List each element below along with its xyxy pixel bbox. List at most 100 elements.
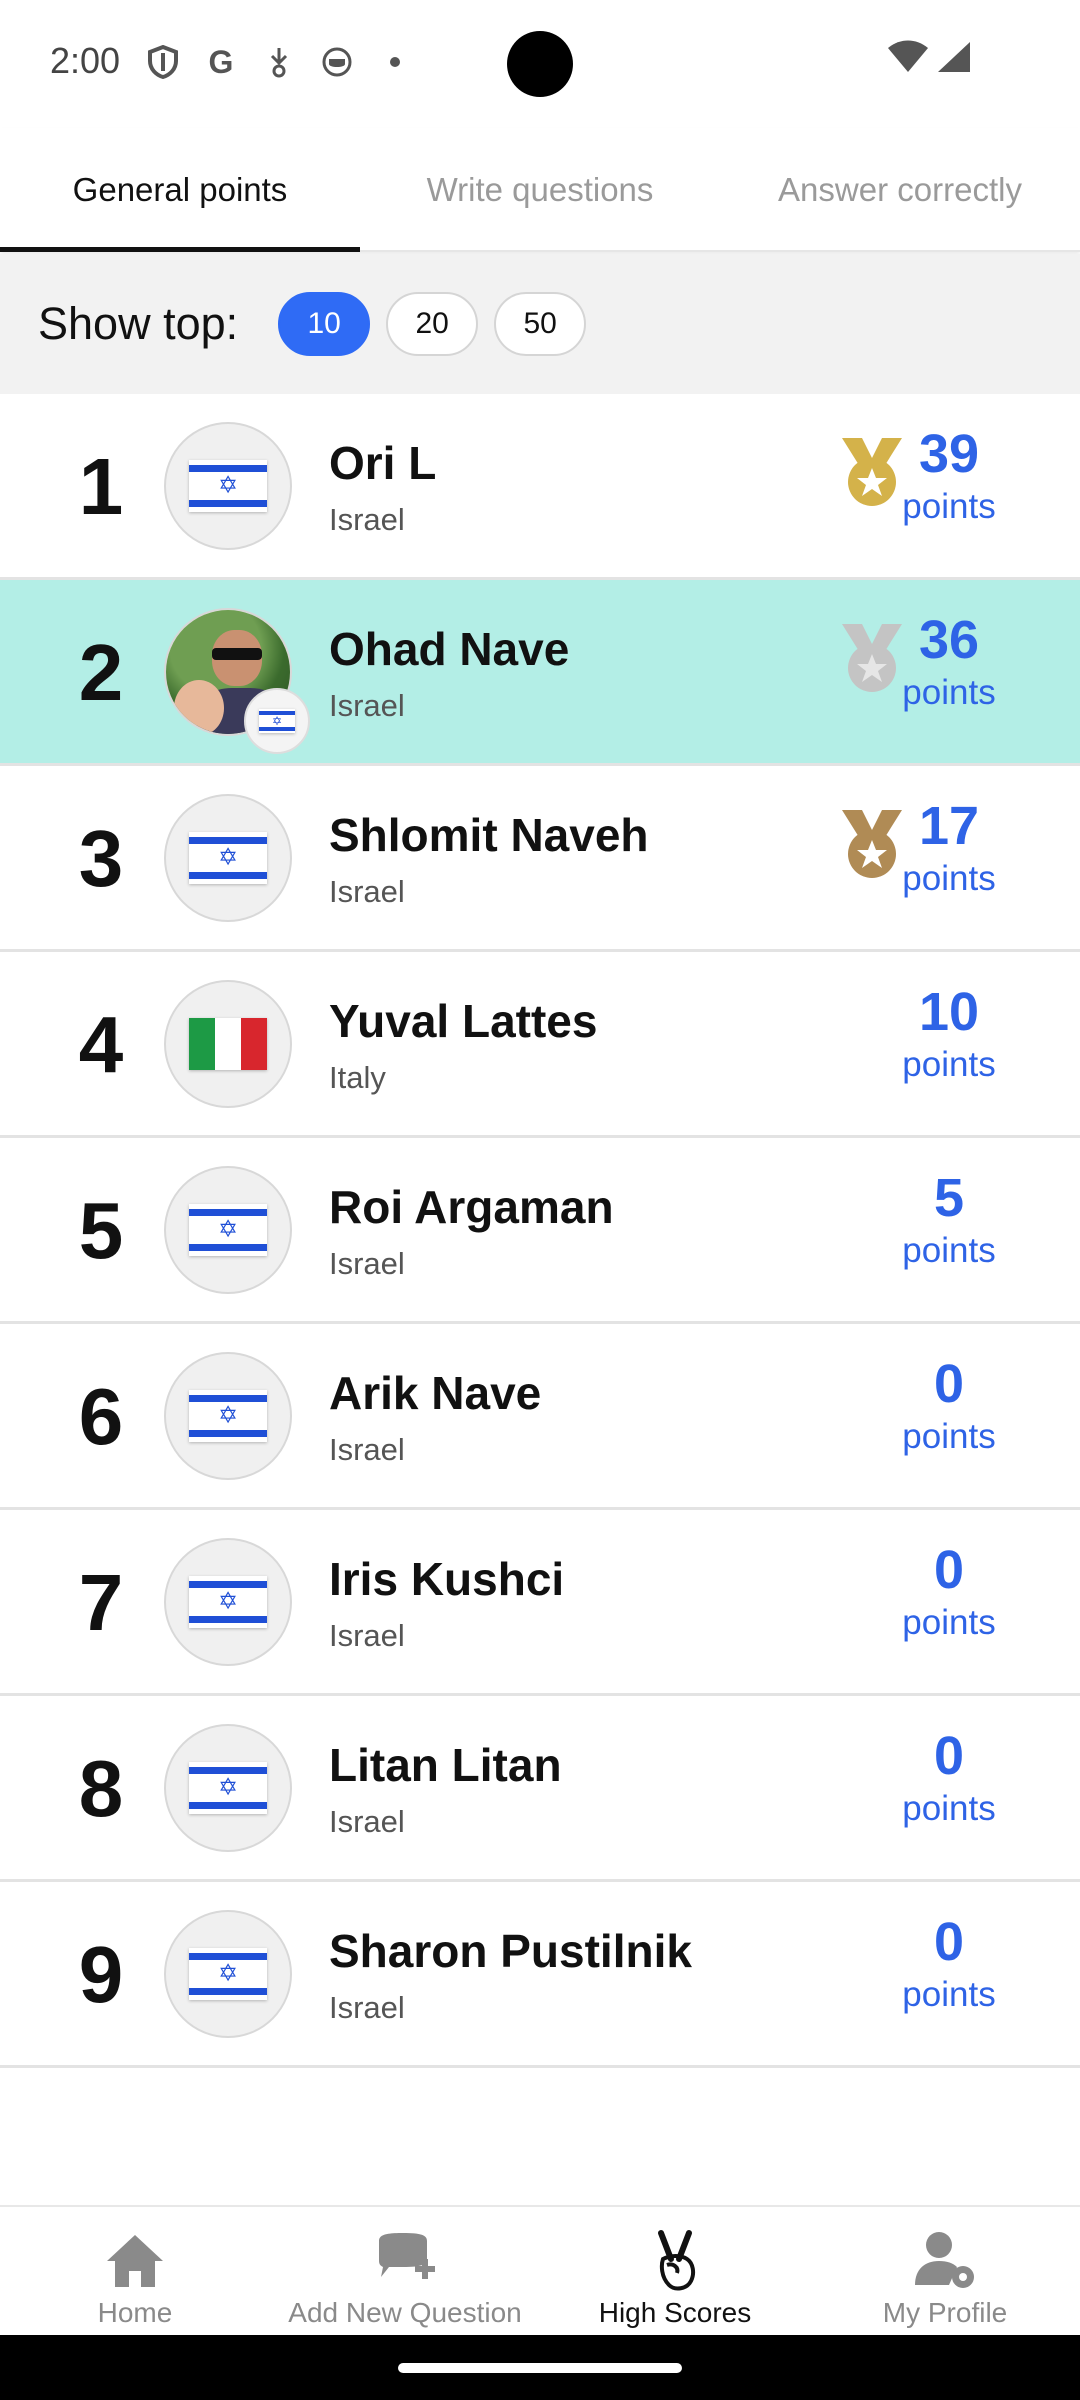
high-scores-list: 1 ✡ Ori L Israel 39 points 2 ✡ Ohad Nave… <box>0 394 1080 2068</box>
system-navigation-bar <box>0 2335 1080 2400</box>
wifi-icon <box>888 40 928 72</box>
show-top-20-button[interactable]: 20 <box>386 292 479 356</box>
system-icons <box>888 40 972 74</box>
nav-high-scores[interactable]: High Scores <box>540 2207 810 2337</box>
score: 0 points <box>884 1726 1014 1832</box>
nav-add-new-question-label: Add New Question <box>288 2297 522 2328</box>
show-top-10-button[interactable]: 10 <box>278 292 371 356</box>
show-top-50-button[interactable]: 50 <box>494 292 587 356</box>
rank: 2 <box>78 628 124 717</box>
score-unit: points <box>902 1045 996 1084</box>
player-name: Ohad Nave <box>329 623 570 675</box>
score-row[interactable]: 6 ✡ Arik Nave Israel 0 points <box>0 1324 1080 1510</box>
status-bar: 2:00 G <box>0 0 1080 128</box>
nav-home[interactable]: Home <box>0 2207 270 2337</box>
score: 17 points <box>884 796 1014 902</box>
rank: 4 <box>78 1000 124 1089</box>
score: 0 points <box>884 1912 1014 2018</box>
score-unit: points <box>902 1417 996 1456</box>
italy-flag-icon <box>189 1018 267 1070</box>
player-country: Israel <box>329 1246 405 1281</box>
rank: 8 <box>78 1744 124 1833</box>
home-indicator[interactable] <box>398 2363 682 2373</box>
score-unit: points <box>902 859 996 898</box>
israel-flag-icon: ✡ <box>189 1948 267 2000</box>
tab-bar: General points Write questions Answer co… <box>0 128 1080 252</box>
avatar: ✡ <box>164 1166 292 1294</box>
tab-general-points[interactable]: General points <box>0 128 360 252</box>
avatar <box>164 980 292 1108</box>
nav-my-profile[interactable]: My Profile <box>810 2207 1080 2337</box>
score-row[interactable]: 9 ✡ Sharon Pustilnik Israel 0 points <box>0 1882 1080 2068</box>
bottom-navigation: Home Add New Question High Scores My Pro… <box>0 2205 1080 2335</box>
camera-cutout <box>507 31 573 97</box>
score-value: 0 <box>933 1726 965 1786</box>
nav-home-label: Home <box>97 2297 173 2328</box>
notification-icons: G <box>145 44 413 80</box>
score-row[interactable]: 3 ✡ Shlomit Naveh Israel 17 points <box>0 766 1080 952</box>
player-name: Roi Argaman <box>329 1181 614 1233</box>
score-unit: points <box>902 1603 996 1642</box>
score-row[interactable]: 1 ✡ Ori L Israel 39 points <box>0 394 1080 580</box>
download-icon <box>261 44 297 80</box>
signal-icon <box>938 42 970 72</box>
player-name: Shlomit Naveh <box>329 809 649 861</box>
dot-icon <box>377 44 413 80</box>
player-name: Iris Kushci <box>329 1553 565 1605</box>
mask-icon <box>319 44 355 80</box>
add-question-icon <box>379 2233 435 2279</box>
score-value: 39 <box>918 424 980 484</box>
google-icon: G <box>208 43 234 80</box>
avatar: ✡ <box>164 1724 292 1852</box>
avatar: ✡ <box>164 1352 292 1480</box>
shield-icon <box>145 44 181 80</box>
avatar: ✡ <box>164 422 292 550</box>
avatar: ✡ <box>164 608 310 754</box>
score-value: 0 <box>933 1540 965 1600</box>
rank: 5 <box>78 1186 124 1275</box>
score-value: 5 <box>933 1168 965 1228</box>
player-country: Israel <box>329 1432 405 1467</box>
score: 5 points <box>884 1168 1014 1274</box>
player-country: Israel <box>329 874 405 909</box>
active-tab-indicator <box>0 247 360 252</box>
player-name: Sharon Pustilnik <box>329 1925 692 1977</box>
israel-flag-icon: ✡ <box>189 460 267 512</box>
score: 0 points <box>884 1354 1014 1460</box>
score-unit: points <box>902 1789 996 1828</box>
status-time: 2:00 <box>50 40 121 81</box>
tab-write-questions[interactable]: Write questions <box>360 128 720 252</box>
tab-answer-correctly[interactable]: Answer correctly <box>720 128 1080 252</box>
player-country: Israel <box>329 688 405 723</box>
player-name: Ori L <box>329 437 437 489</box>
israel-flag-icon: ✡ <box>259 709 295 733</box>
home-icon <box>107 2235 163 2287</box>
score-value: 10 <box>918 982 980 1042</box>
rank: 3 <box>78 814 124 903</box>
score-value: 36 <box>918 610 980 670</box>
score-unit: points <box>902 487 996 526</box>
show-top-filter: Show top: 10 20 50 <box>0 254 1080 394</box>
score: 10 points <box>884 982 1014 1088</box>
nav-add-new-question[interactable]: Add New Question <box>270 2207 540 2337</box>
israel-flag-icon: ✡ <box>189 1204 267 1256</box>
score: 0 points <box>884 1540 1014 1646</box>
player-country: Italy <box>329 1060 386 1095</box>
player-country: Israel <box>329 1990 405 2025</box>
player-name: Arik Nave <box>329 1367 542 1419</box>
country-badge: ✡ <box>244 688 310 754</box>
score-value: 0 <box>933 1912 965 1972</box>
score: 36 points <box>884 610 1014 716</box>
score-row[interactable]: 7 ✡ Iris Kushci Israel 0 points <box>0 1510 1080 1696</box>
nav-high-scores-label: High Scores <box>598 2297 752 2328</box>
avatar: ✡ <box>164 1538 292 1666</box>
player-name: Yuval Lattes <box>329 995 598 1047</box>
player-country: Israel <box>329 1618 405 1653</box>
victory-hand-icon <box>658 2230 696 2291</box>
score-row[interactable]: 5 ✡ Roi Argaman Israel 5 points <box>0 1138 1080 1324</box>
score-row-current-user[interactable]: 2 ✡ Ohad Nave Israel 36 points <box>0 580 1080 766</box>
score-row[interactable]: 4 Yuval Lattes Italy 10 points <box>0 952 1080 1138</box>
score-row[interactable]: 8 ✡ Litan Litan Israel 0 points <box>0 1696 1080 1882</box>
avatar: ✡ <box>164 1910 292 2038</box>
show-top-label: Show top: <box>38 298 239 349</box>
